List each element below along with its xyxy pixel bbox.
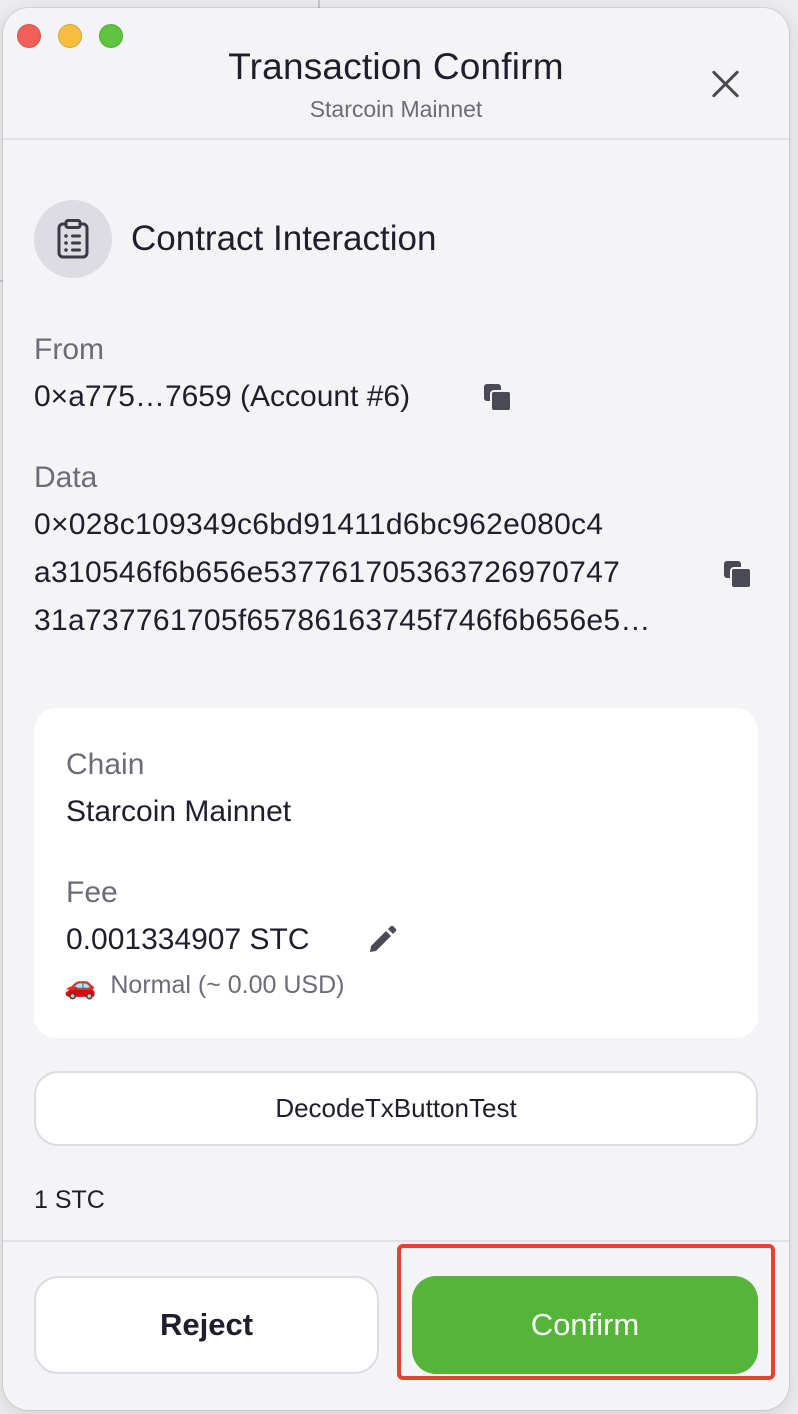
confirm-button[interactable]: Confirm	[412, 1276, 758, 1374]
clipboard-icon	[34, 200, 112, 278]
from-address: 0×a775…7659 (Account #6)	[34, 380, 411, 413]
fee-speed: 🚗 Normal (~ 0.00 USD)	[64, 970, 344, 1001]
close-icon[interactable]	[705, 64, 745, 104]
transaction-details-card: Chain Starcoin Mainnet Fee 0.001334907 S…	[34, 708, 758, 1038]
dialog-title: Transaction Confirm	[228, 46, 564, 87]
fee-speed-text: Normal (~ 0.00 USD)	[110, 971, 345, 999]
fee-label: Fee	[66, 876, 118, 909]
chain-label: Chain	[66, 748, 145, 781]
data-line: a310546f6b656e537761705363726970747	[34, 556, 621, 589]
reject-button[interactable]: Reject	[34, 1276, 379, 1374]
amount-text: 1 STC	[34, 1186, 105, 1214]
from-label: From	[34, 333, 104, 366]
car-icon: 🚗	[64, 970, 97, 1000]
transaction-confirm-dialog: Transaction Confirm Starcoin Mainnet Con…	[3, 8, 789, 1410]
data-label: Data	[34, 461, 98, 494]
dialog-header: Transaction Confirm Starcoin Mainnet	[3, 8, 789, 140]
data-line: 0×028c109349c6bd91411d6bc962e080c4	[34, 508, 604, 541]
copy-data-icon[interactable]	[723, 560, 753, 590]
transaction-type: Contract Interaction	[34, 200, 436, 278]
data-line: 31a737761705f65786163745f746f6b656e5…	[34, 604, 651, 637]
fee-value: 0.001334907 STC	[66, 923, 310, 956]
decode-tx-button[interactable]: DecodeTxButtonTest	[34, 1071, 758, 1146]
transaction-type-label: Contract Interaction	[131, 219, 437, 258]
network-subtitle: Starcoin Mainnet	[309, 96, 483, 122]
copy-address-icon[interactable]	[483, 383, 513, 413]
dialog-footer: Reject Confirm	[3, 1240, 789, 1410]
pencil-icon[interactable]	[367, 925, 397, 955]
chain-value: Starcoin Mainnet	[66, 795, 292, 828]
